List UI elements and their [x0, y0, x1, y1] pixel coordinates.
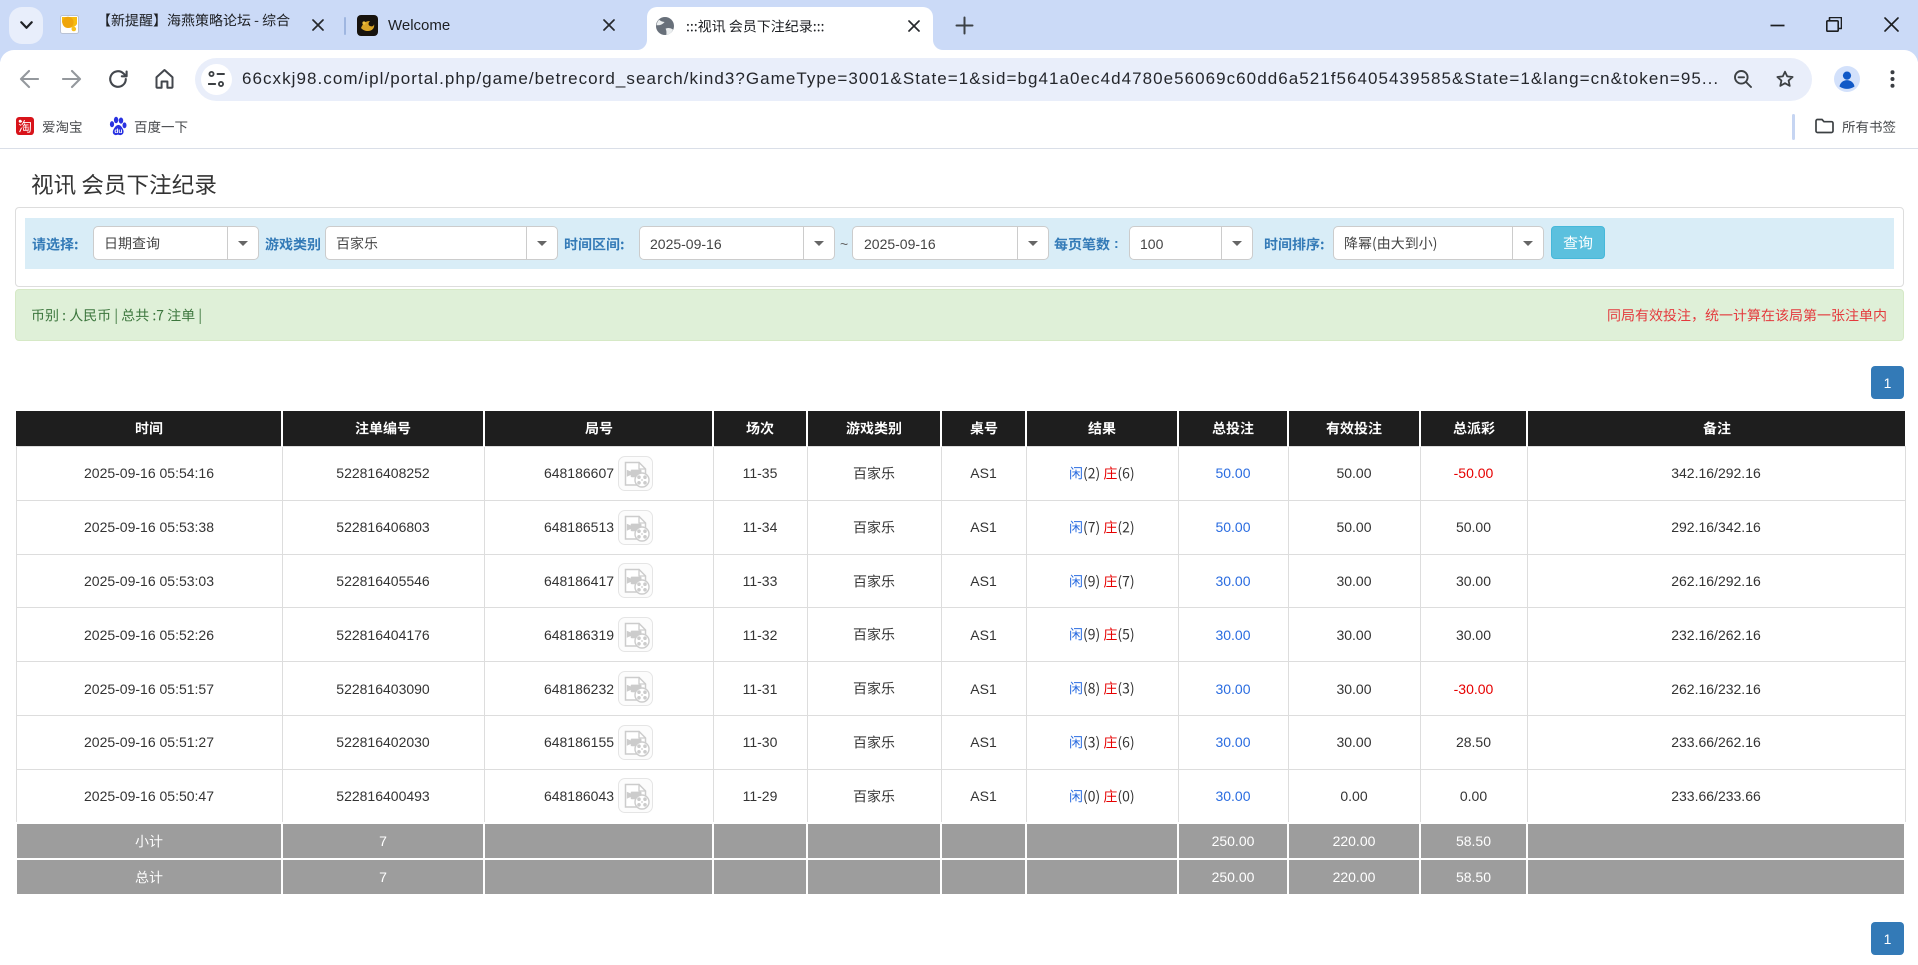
- svg-text:du: du: [114, 128, 122, 135]
